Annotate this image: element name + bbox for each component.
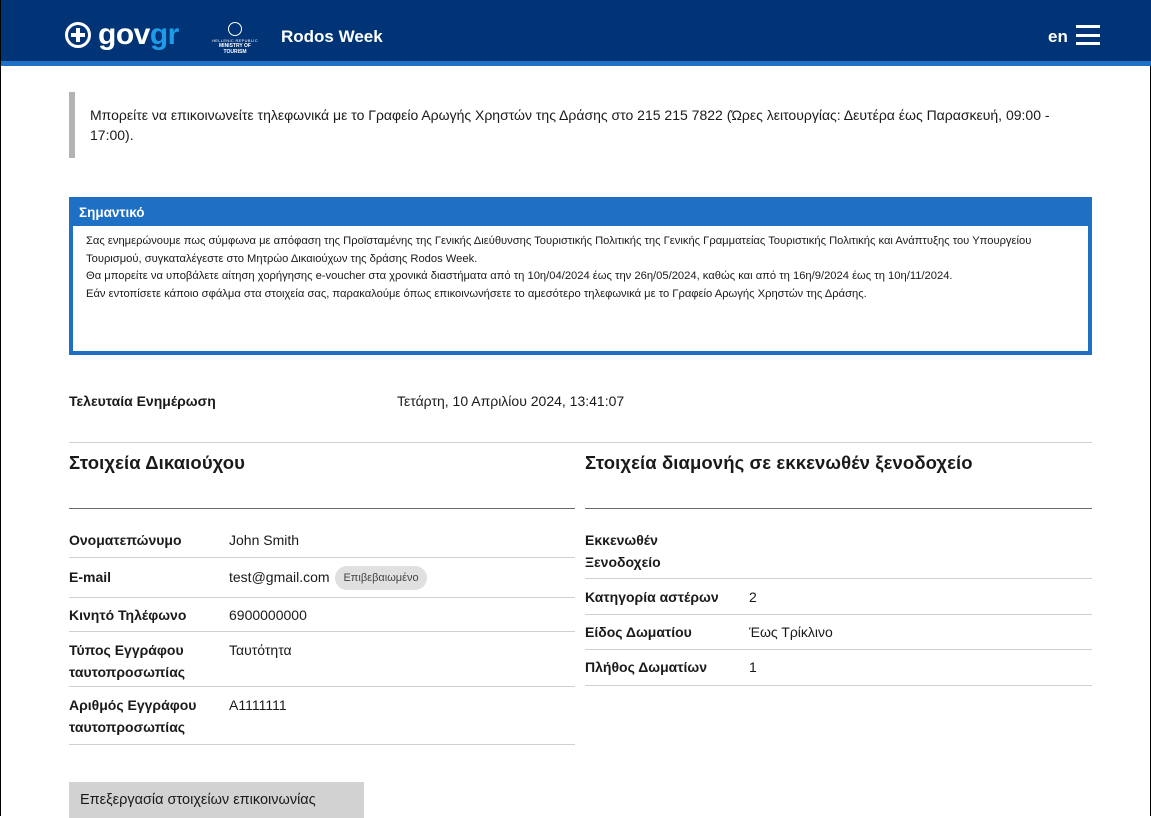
table-row: Εκκενωθέν Ξενοδοχείο	[585, 522, 1092, 579]
hamburger-icon[interactable]	[1076, 25, 1100, 45]
row-key: Εκκενωθέν Ξενοδοχείο	[585, 532, 661, 570]
table-row: Αριθμός Εγγράφου ταυτοπροσωπίας A1111111	[69, 687, 575, 745]
accommodation-divider	[585, 508, 1092, 509]
top-header: govgr HELLENIC REPUBLIC MINISTRY OF TOUR…	[1, 0, 1151, 66]
beneficiary-table: Ονοματεπώνυμο John Smith E-mail test@gma…	[69, 522, 575, 745]
support-notice-text: Μπορείτε να επικοινωνείτε τηλεφωνικά με …	[90, 107, 1050, 143]
row-key: Είδος Δωματίου	[585, 624, 692, 640]
row-key: Ονοματεπώνυμο	[69, 532, 182, 548]
greek-emblem-icon	[65, 22, 91, 48]
row-key: Κατηγορία αστέρων	[585, 589, 719, 605]
edit-contact-button[interactable]: Επεξεργασία στοιχείων επικοινωνίας	[69, 782, 364, 818]
row-key: Αριθμός Εγγράφου ταυτοπροσωπίας	[69, 697, 197, 735]
email-value: test@gmail.com	[229, 569, 330, 585]
support-notice: Μπορείτε να επικοινωνείτε τηλεφωνικά με …	[69, 92, 1069, 158]
row-key: Πλήθος Δωματίων	[585, 659, 708, 675]
important-line: Εάν εντοπίσετε κάποιο σφάλμα στα στοιχεί…	[86, 287, 867, 300]
row-key: Τύπος Εγγράφου ταυτοπροσωπίας	[69, 642, 186, 680]
row-value: test@gmail.com Επιβεβαιωμένο	[229, 566, 427, 597]
row-value: 6900000000	[229, 607, 307, 623]
beneficiary-section-title: Στοιχεία Δικαιούχου	[69, 452, 246, 473]
table-row: Τύπος Εγγράφου ταυτοπροσωπίας Ταυτότητα	[69, 632, 575, 687]
accommodation-section-title: Στοιχεία διαμονής σε εκκενωθέν ξενοδοχεί…	[585, 452, 973, 473]
page-frame: govgr HELLENIC REPUBLIC MINISTRY OF TOUR…	[0, 0, 1151, 818]
app-title[interactable]: Rodos Week	[281, 27, 383, 47]
row-key: Κινητό Τηλέφωνο	[69, 607, 187, 623]
row-value: 2	[749, 589, 757, 605]
accommodation-table: Εκκενωθέν Ξενοδοχείο Κατηγορία αστέρων 2…	[585, 522, 1092, 686]
table-row: E-mail test@gmail.com Επιβεβαιωμένο	[69, 558, 575, 598]
ministry-logo: HELLENIC REPUBLIC MINISTRY OF TOURISM	[207, 22, 263, 55]
ministry-emblem-icon	[228, 22, 242, 36]
important-line: Σας ενημερώνουμε πως σύμφωνα με απόφαση …	[86, 235, 1032, 265]
table-row: Είδος Δωματίου Έως Τρίκλινο	[585, 615, 1092, 650]
table-row: Πλήθος Δωματίων 1	[585, 650, 1092, 686]
language-switch[interactable]: en	[1048, 27, 1068, 47]
last-update-label: Τελευταία Ενημέρωση	[69, 393, 216, 409]
row-value: Έως Τρίκλινο	[749, 624, 833, 640]
beneficiary-divider	[69, 508, 575, 509]
govgr-logo[interactable]: govgr	[65, 18, 179, 51]
row-value: John Smith	[229, 532, 300, 548]
last-update-row: Τελευταία Ενημέρωση Τετάρτη, 10 Απριλίου…	[69, 389, 1092, 443]
table-row: Ονοματεπώνυμο John Smith	[69, 522, 575, 558]
row-value: 1	[749, 659, 757, 675]
important-body: Σας ενημερώνουμε πως σύμφωνα με απόφαση …	[73, 226, 1088, 303]
row-value: A1111111	[229, 697, 287, 713]
table-row: Κατηγορία αστέρων 2	[585, 579, 1092, 615]
verified-badge: Επιβεβαιωμένο	[335, 566, 427, 591]
row-key: E-mail	[69, 569, 112, 585]
ministry-name-text: MINISTRY OF TOURISM	[219, 43, 251, 55]
important-line: Θα μπορείτε να υποβάλετε αίτηση χορήγηση…	[86, 270, 953, 283]
important-box: Σημαντικό Σας ενημερώνουμε πως σύμφωνα μ…	[69, 197, 1092, 355]
table-row: Κινητό Τηλέφωνο 6900000000	[69, 598, 575, 632]
row-value: Ταυτότητα	[229, 642, 292, 658]
last-update-value: Τετάρτη, 10 Απριλίου 2024, 13:41:07	[397, 393, 625, 409]
govgr-wordmark: govgr	[98, 18, 179, 51]
important-title: Σημαντικό	[73, 201, 1088, 226]
